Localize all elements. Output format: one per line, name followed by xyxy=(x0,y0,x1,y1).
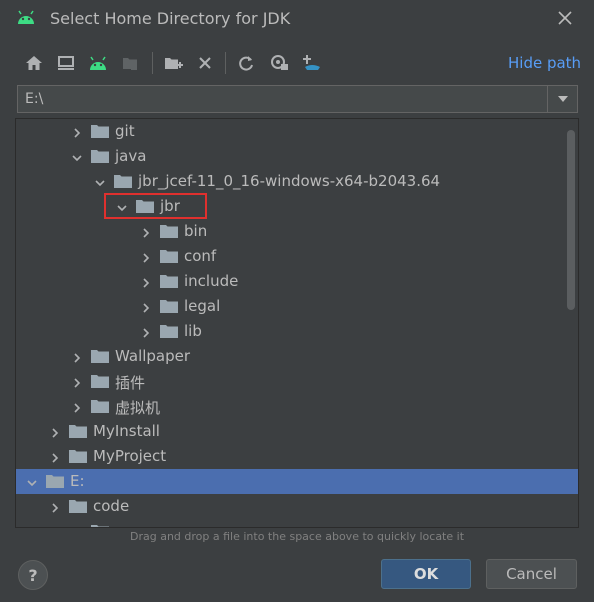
project-icon[interactable] xyxy=(120,53,140,73)
chevron-down-icon[interactable] xyxy=(71,150,83,162)
title-bar: Select Home Directory for JDK xyxy=(0,0,594,36)
folder-icon xyxy=(160,299,178,313)
file-chooser-toolbar: Hide path xyxy=(0,48,594,78)
chevron-right-icon[interactable] xyxy=(49,425,61,438)
chevron-right-icon[interactable] xyxy=(71,525,83,527)
toolbar-separator xyxy=(225,52,226,74)
tree-row-label: include xyxy=(184,272,239,290)
path-input[interactable] xyxy=(18,86,548,112)
tree-row[interactable]: lib xyxy=(16,319,566,344)
dialog-title: Select Home Directory for JDK xyxy=(50,9,291,28)
folder-icon xyxy=(69,449,87,463)
tree-row-label: code xyxy=(93,497,130,515)
tree-row-label: jbr xyxy=(160,197,180,215)
file-tree[interactable]: git java jbr_jcef-11_0_16-windows-x64-b204… xyxy=(15,118,579,528)
folder-icon xyxy=(160,249,178,263)
tree-row[interactable]: Wallpaper xyxy=(16,344,566,369)
hide-path-link[interactable]: Hide path xyxy=(508,54,581,72)
tree-row[interactable]: include xyxy=(16,269,566,294)
android-icon[interactable] xyxy=(88,53,108,73)
tree-row[interactable]: bin xyxy=(16,219,566,244)
folder-icon xyxy=(69,424,87,438)
chevron-right-icon[interactable] xyxy=(140,275,152,288)
tree-row-label: MyInstall xyxy=(93,422,160,440)
scrollbar-thumb[interactable] xyxy=(567,130,575,310)
tree-row[interactable]: E: xyxy=(16,469,578,494)
delete-icon[interactable] xyxy=(195,53,215,73)
ok-button[interactable]: OK xyxy=(381,559,471,589)
chevron-down-icon[interactable] xyxy=(26,475,38,487)
tree-row[interactable]: MyProject xyxy=(16,444,566,469)
chevron-down-icon[interactable] xyxy=(94,175,106,187)
tree-row[interactable]: code xyxy=(16,494,566,519)
chevron-right-icon[interactable] xyxy=(71,125,83,138)
tree-row-label: legal xyxy=(184,297,221,315)
tree-row[interactable]: MyInstall xyxy=(16,419,566,444)
folder-icon xyxy=(160,274,178,288)
tree-row-label: E: xyxy=(70,472,85,490)
folder-icon xyxy=(136,199,154,213)
tree-row-label: git xyxy=(115,122,135,140)
folder-icon xyxy=(91,374,109,388)
folder-icon xyxy=(160,324,178,338)
new-folder-icon[interactable] xyxy=(163,53,183,73)
cancel-button[interactable]: Cancel xyxy=(486,559,577,589)
android-icon xyxy=(16,9,36,25)
folder-icon xyxy=(91,399,109,413)
tree-row-label: 插件 xyxy=(115,374,146,392)
chevron-right-icon[interactable] xyxy=(71,400,83,413)
home-icon[interactable] xyxy=(24,53,44,73)
drag-drop-hint: Drag and drop a file into the space abov… xyxy=(129,530,465,543)
chevron-right-icon[interactable] xyxy=(49,450,61,463)
refresh-icon[interactable] xyxy=(236,53,256,73)
tree-row-label: MyProject xyxy=(93,447,167,465)
chevron-down-icon[interactable] xyxy=(547,86,577,112)
tree-row[interactable]: conf xyxy=(16,244,566,269)
tree-row[interactable] xyxy=(16,519,566,527)
close-icon[interactable] xyxy=(556,9,574,27)
tree-row-label: jbr_jcef-11_0_16-windows-x64-b2043.64 xyxy=(138,172,441,190)
tree-row[interactable]: legal xyxy=(16,294,566,319)
chevron-right-icon[interactable] xyxy=(140,250,152,263)
chevron-right-icon[interactable] xyxy=(49,500,61,513)
chevron-right-icon[interactable] xyxy=(140,300,152,313)
chevron-right-icon[interactable] xyxy=(140,325,152,338)
folder-icon xyxy=(69,499,87,513)
path-combobox[interactable] xyxy=(17,85,578,113)
show-hidden-icon[interactable] xyxy=(270,53,290,73)
tree-row[interactable]: java xyxy=(16,144,566,169)
chevron-right-icon[interactable] xyxy=(140,225,152,238)
tree-row-label: bin xyxy=(184,222,208,240)
chevron-right-icon[interactable] xyxy=(71,375,83,388)
tree-row-label: conf xyxy=(184,247,217,265)
desktop-icon[interactable] xyxy=(56,53,76,73)
folder-icon xyxy=(46,474,64,488)
tree-scrollbar[interactable] xyxy=(566,130,576,530)
tree-row-label: 虚拟机 xyxy=(115,399,161,417)
tree-row[interactable]: git xyxy=(16,119,566,144)
help-button[interactable]: ? xyxy=(18,560,48,590)
link-icon[interactable] xyxy=(302,53,322,73)
folder-icon xyxy=(91,124,109,138)
folder-icon xyxy=(91,524,109,527)
tree-row-label: lib xyxy=(184,322,202,340)
folder-icon xyxy=(114,174,132,188)
tree-row-label: Wallpaper xyxy=(115,347,191,365)
folder-icon xyxy=(91,149,109,163)
tree-row[interactable]: jbr_jcef-11_0_16-windows-x64-b2043.64 xyxy=(16,169,566,194)
chevron-down-icon[interactable] xyxy=(116,200,128,212)
tree-row[interactable]: 插件 xyxy=(16,369,566,394)
toolbar-separator xyxy=(152,52,153,74)
folder-icon xyxy=(91,349,109,363)
tree-row[interactable]: 虚拟机 xyxy=(16,394,566,419)
folder-icon xyxy=(160,224,178,238)
chevron-right-icon[interactable] xyxy=(71,350,83,363)
tree-row-label: java xyxy=(115,147,147,165)
tree-row[interactable]: jbr xyxy=(16,194,566,219)
